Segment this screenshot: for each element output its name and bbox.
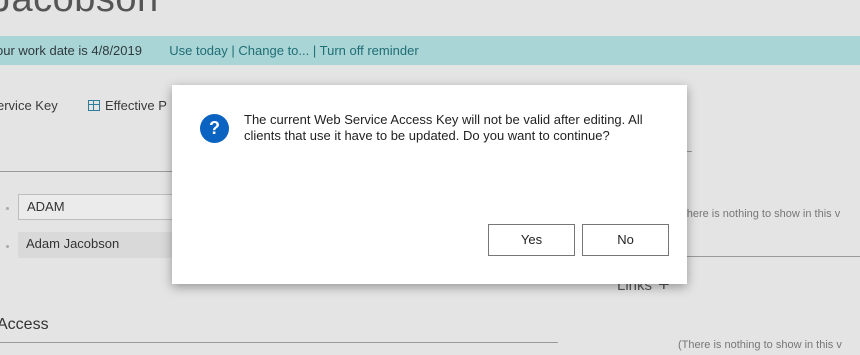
section-divider: [0, 342, 558, 343]
full-name-field: Adam Jacobson: [18, 232, 178, 258]
field-marker: [6, 245, 9, 248]
work-date-banner: our work date is 4/8/2019 Use today | Ch…: [0, 36, 860, 65]
effective-permissions-label: Effective P: [105, 98, 167, 113]
factbox-empty-message: There is nothing to show in this v: [680, 208, 841, 220]
links-empty-message: (There is nothing to show in this v: [678, 339, 842, 351]
confirm-dialog: ? The current Web Service Access Key wil…: [172, 85, 687, 284]
work-date-banner-text: our work date is 4/8/2019 Use today | Ch…: [0, 36, 419, 65]
use-today-link[interactable]: Use today: [169, 43, 228, 58]
access-section-title: Access: [0, 316, 49, 333]
service-key-action[interactable]: ervice Key: [0, 98, 58, 113]
no-button[interactable]: No: [582, 224, 669, 256]
field-marker: [6, 207, 9, 210]
section-divider: [686, 256, 860, 257]
dialog-message: The current Web Service Access Key will …: [244, 112, 643, 143]
question-icon: ?: [200, 114, 229, 143]
page-title: Jacobson: [0, 0, 159, 21]
table-icon: [88, 100, 100, 111]
turn-off-reminder-link[interactable]: Turn off reminder: [320, 43, 419, 58]
change-to-link[interactable]: Change to...: [238, 43, 309, 58]
username-field[interactable]: ADAM: [18, 194, 178, 220]
banner-separator: |: [231, 43, 235, 58]
section-divider: [0, 171, 172, 172]
yes-button[interactable]: Yes: [488, 224, 575, 256]
banner-separator: |: [312, 43, 317, 58]
effective-permissions-action[interactable]: Effective P: [88, 98, 167, 113]
work-date-message: our work date is 4/8/2019: [0, 43, 142, 58]
